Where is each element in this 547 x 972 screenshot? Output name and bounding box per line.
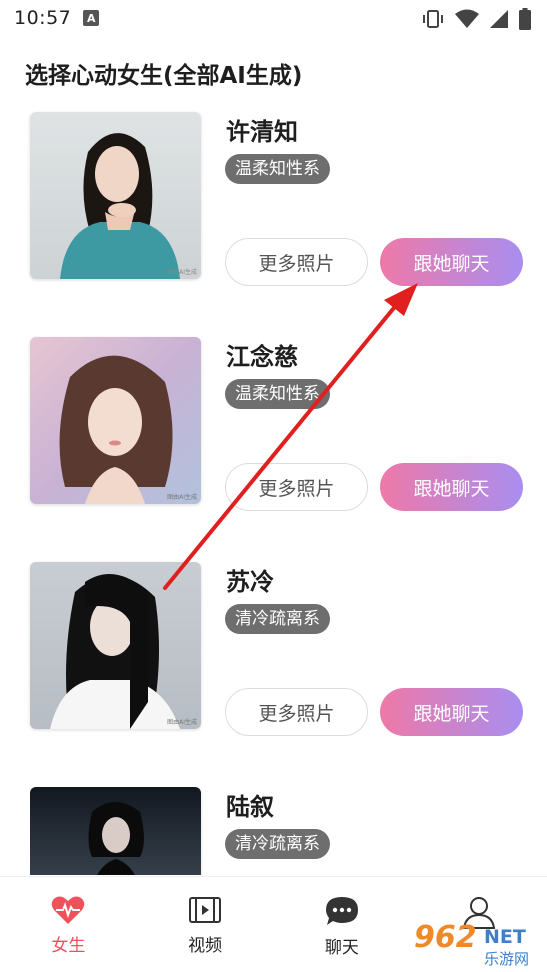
profile-photo[interactable]: 图由AI生成 [30,112,201,279]
profile-card: 图由AI生成 苏冷 清冷疏离系 更多照片 跟她聊天 [30,562,530,736]
watermark-sub: 乐游网 [484,950,530,968]
photo-watermark: 图由AI生成 [167,719,197,726]
status-time: 10:57 [14,7,72,29]
more-photos-button[interactable]: 更多照片 [225,463,368,511]
profile-photo[interactable]: 图由AI生成 [30,337,201,504]
chat-bubble-icon [325,897,358,925]
more-photos-button[interactable]: 更多照片 [225,238,368,286]
nav-label: 视频 [188,936,223,956]
nav-label: 女生 [51,936,86,956]
more-photos-button[interactable]: 更多照片 [225,688,368,736]
personality-tag: 温柔知性系 [225,379,330,409]
nav-label: 聊天 [324,938,359,958]
profile-card: 陆叙 清冷疏离系 [30,787,530,875]
film-icon [189,897,222,923]
profile-name: 陆叙 [226,793,274,821]
profile-card: 图由AI生成 许清知 温柔知性系 更多照片 跟她聊天 [30,112,530,286]
site-watermark: 962 NET 乐游网 [410,920,545,970]
profile-name: 江念慈 [226,343,298,371]
photo-watermark: 图由AI生成 [167,494,197,501]
vibrate-icon [423,10,443,28]
status-icons [421,8,531,30]
profile-name: 许清知 [226,118,298,146]
profile-photo[interactable]: 图由AI生成 [30,562,201,729]
chat-with-her-button[interactable]: 跟她聊天 [380,688,523,736]
notification-icon: A [83,10,100,26]
nav-item-girls[interactable]: 女生 [0,877,137,972]
watermark-brand: 962 [414,920,477,955]
profile-card: 图由AI生成 江念慈 温柔知性系 更多照片 跟她聊天 [30,337,530,511]
profile-name: 苏冷 [226,568,274,596]
profile-photo[interactable] [30,787,201,875]
watermark-suffix: NET [484,926,526,948]
chat-with-her-button[interactable]: 跟她聊天 [380,463,523,511]
page-title: 选择心动女生(全部AI生成) [25,63,303,89]
photo-watermark: 图由AI生成 [167,269,197,276]
battery-icon [519,8,531,30]
nav-item-video[interactable]: 视频 [137,877,274,972]
personality-tag: 清冷疏离系 [225,829,330,859]
signal-icon [490,10,508,28]
personality-tag: 温柔知性系 [225,154,330,184]
wifi-icon [455,9,479,28]
nav-item-chat[interactable]: 聊天 [274,877,411,972]
personality-tag: 清冷疏离系 [225,604,330,634]
heart-pulse-icon [52,896,85,924]
chat-with-her-button[interactable]: 跟她聊天 [380,238,523,286]
